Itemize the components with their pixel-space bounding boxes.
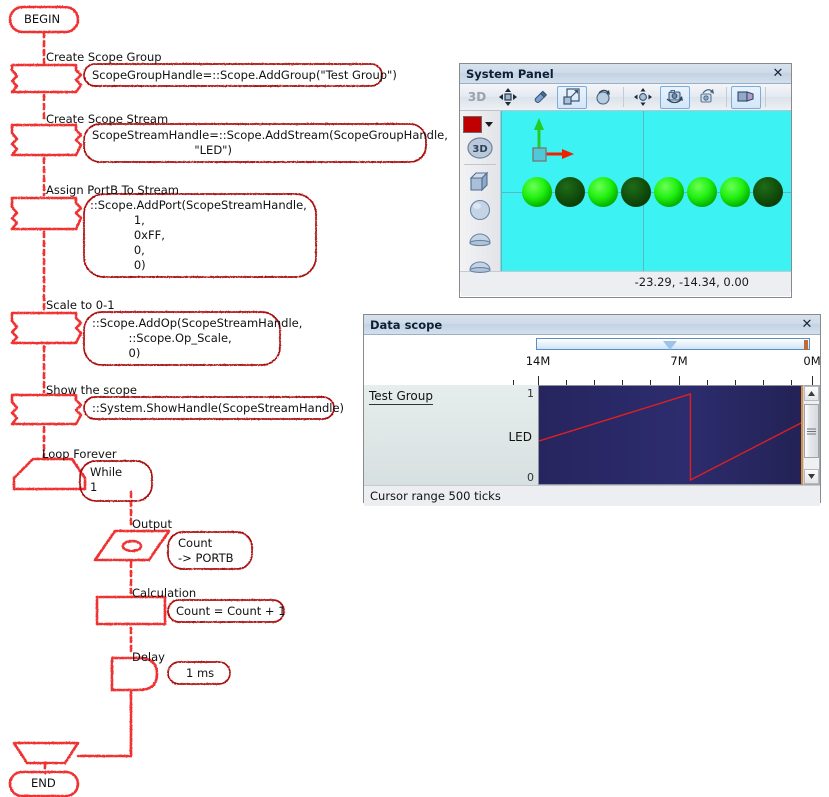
close-icon[interactable]: ✕ <box>770 65 786 82</box>
callout-code-delay: 1 ms <box>186 666 215 680</box>
step-caption-loop-forever: Loop Forever <box>42 447 117 461</box>
translate-tool-icon[interactable] <box>493 86 523 109</box>
callout-code-create-scope-stream: ScopeStreamHandle=::Scope.AddStream(Scop… <box>92 128 448 157</box>
axis-tick-major <box>538 376 539 385</box>
system-panel-title: System Panel <box>466 66 554 81</box>
sidebar-divider <box>464 164 496 165</box>
step-caption-scale: Scale to 0-1 <box>46 298 115 312</box>
callout-code-scale: ::Scope.AddOp(ScopeStreamHandle, ::Scope… <box>92 316 303 360</box>
toolbar-separator <box>623 87 624 107</box>
system-panel-statusbar: -23.29, -14.34, 0.00 <box>460 271 791 292</box>
data-scope-titlebar[interactable]: Data scope ✕ <box>364 315 820 335</box>
led-indicator <box>522 177 552 207</box>
camera-orbit-tool-icon[interactable] <box>660 85 690 109</box>
axis-gizmo-icon <box>532 118 574 162</box>
led-indicator <box>555 177 585 207</box>
scrollbar-thumb[interactable] <box>804 404 819 458</box>
y-axis-min-label: 0 <box>527 471 534 484</box>
scope-waveform <box>539 386 803 484</box>
perspective-tool-icon[interactable] <box>731 85 761 109</box>
pencil-tool-icon[interactable] <box>525 86 555 109</box>
data-scope-statusbar: Cursor range 500 ticks <box>364 485 820 506</box>
time-slider-row <box>364 335 820 353</box>
step-caption-calculation: Calculation <box>132 586 197 600</box>
scroll-up-arrow-icon[interactable] <box>804 386 819 401</box>
slider-end-handle[interactable] <box>804 340 808 350</box>
mode-3d-label: 3D <box>467 90 487 104</box>
callout-code-assign-portb: ::Scope.AddPort(ScopeStreamHandle, 1, 0x… <box>90 198 307 272</box>
system-panel-toolbar: 3D <box>460 84 791 111</box>
cube-shape-icon[interactable] <box>463 168 497 195</box>
camera-roll-tool-icon[interactable] <box>692 86 722 109</box>
system-panel-sidebar: 3D <box>460 111 501 273</box>
axis-tick-major <box>679 376 680 385</box>
slider-cursor-marker[interactable] <box>663 341 677 350</box>
cursor-range-text: Cursor range 500 ticks <box>370 489 501 503</box>
axis-tick-label: 0M <box>803 354 821 368</box>
data-scope-title: Data scope <box>370 317 443 332</box>
system-panel-body: 3D <box>460 111 791 273</box>
system-panel-titlebar[interactable]: System Panel ✕ <box>460 64 791 84</box>
color-picker-row[interactable] <box>460 114 500 133</box>
move-pivot-tool-icon[interactable] <box>628 86 658 109</box>
3d-mode-button[interactable]: 3D <box>463 134 497 161</box>
scope-vertical-scrollbar[interactable] <box>803 385 820 485</box>
axis-tick-label: 14M <box>525 354 551 368</box>
close-icon[interactable]: ✕ <box>799 316 815 333</box>
led-indicator <box>720 177 750 207</box>
toolbar-separator-2 <box>726 87 727 107</box>
app-root: BEGIN END Create Scope Group Create Scop… <box>0 0 829 797</box>
sphere-shape-icon[interactable] <box>463 196 497 223</box>
color-swatch[interactable] <box>463 116 482 133</box>
rotate-tool-icon[interactable] <box>589 86 619 109</box>
step-caption-assign-portb: Assign PortB To Stream <box>46 183 180 197</box>
system-panel-window: System Panel ✕ 3D 3D -23.29, -14.34, 0.0… <box>459 63 792 298</box>
chevron-down-icon[interactable] <box>485 122 493 127</box>
scope-plot-area[interactable] <box>538 385 803 485</box>
step-caption-show-scope: Show the scope <box>46 383 137 397</box>
svg-text:3D: 3D <box>472 144 487 155</box>
scope-legend-pane: Test Group LED 1 0 <box>364 385 538 485</box>
led-indicator <box>687 177 717 207</box>
time-axis: 14M 7M 0M <box>364 353 821 385</box>
callout-code-create-scope-group: ScopeGroupHandle=::Scope.AddGroup("Test … <box>92 68 397 82</box>
data-scope-window: Data scope ✕ 14M 7M 0M Test Group LED 1 … <box>363 314 821 506</box>
data-scope-main: Test Group LED 1 0 <box>364 385 820 485</box>
toolbar-separator-3 <box>765 87 766 107</box>
led-indicator <box>588 177 618 207</box>
disc-shape-icon[interactable] <box>463 252 497 279</box>
axis-tick-major <box>812 376 813 385</box>
step-caption-create-scope-stream: Create Scope Stream <box>46 112 169 126</box>
led-indicator <box>753 177 783 207</box>
scope-group-label[interactable]: Test Group <box>369 389 433 405</box>
led-indicator <box>621 177 651 207</box>
time-range-slider[interactable] <box>536 338 810 350</box>
led-indicator <box>654 177 684 207</box>
scale-tool-icon[interactable] <box>557 85 587 109</box>
callout-code-calculation: Count = Count + 1 <box>176 604 286 618</box>
dome-shape-icon[interactable] <box>463 224 497 251</box>
step-caption-create-scope-group: Create Scope Group <box>46 50 162 64</box>
end-terminator-label: END <box>31 776 56 790</box>
callout-code-show-scope: ::System.ShowHandle(ScopeStreamHandle) <box>92 401 345 415</box>
begin-terminator-label: BEGIN <box>24 12 61 26</box>
axis-tick-label: 7M <box>670 354 688 368</box>
coordinates-readout: -23.29, -14.34, 0.00 <box>634 275 749 289</box>
callout-code-output: Count -> PORTB <box>178 536 234 565</box>
3d-viewport[interactable] <box>501 111 791 271</box>
y-axis-max-label: 1 <box>527 387 534 400</box>
scroll-down-arrow-icon[interactable] <box>804 469 819 484</box>
step-caption-output: Output <box>132 517 172 531</box>
callout-code-while: While 1 <box>90 465 123 494</box>
step-caption-delay: Delay <box>132 650 165 664</box>
scope-stream-label[interactable]: LED <box>508 430 532 444</box>
